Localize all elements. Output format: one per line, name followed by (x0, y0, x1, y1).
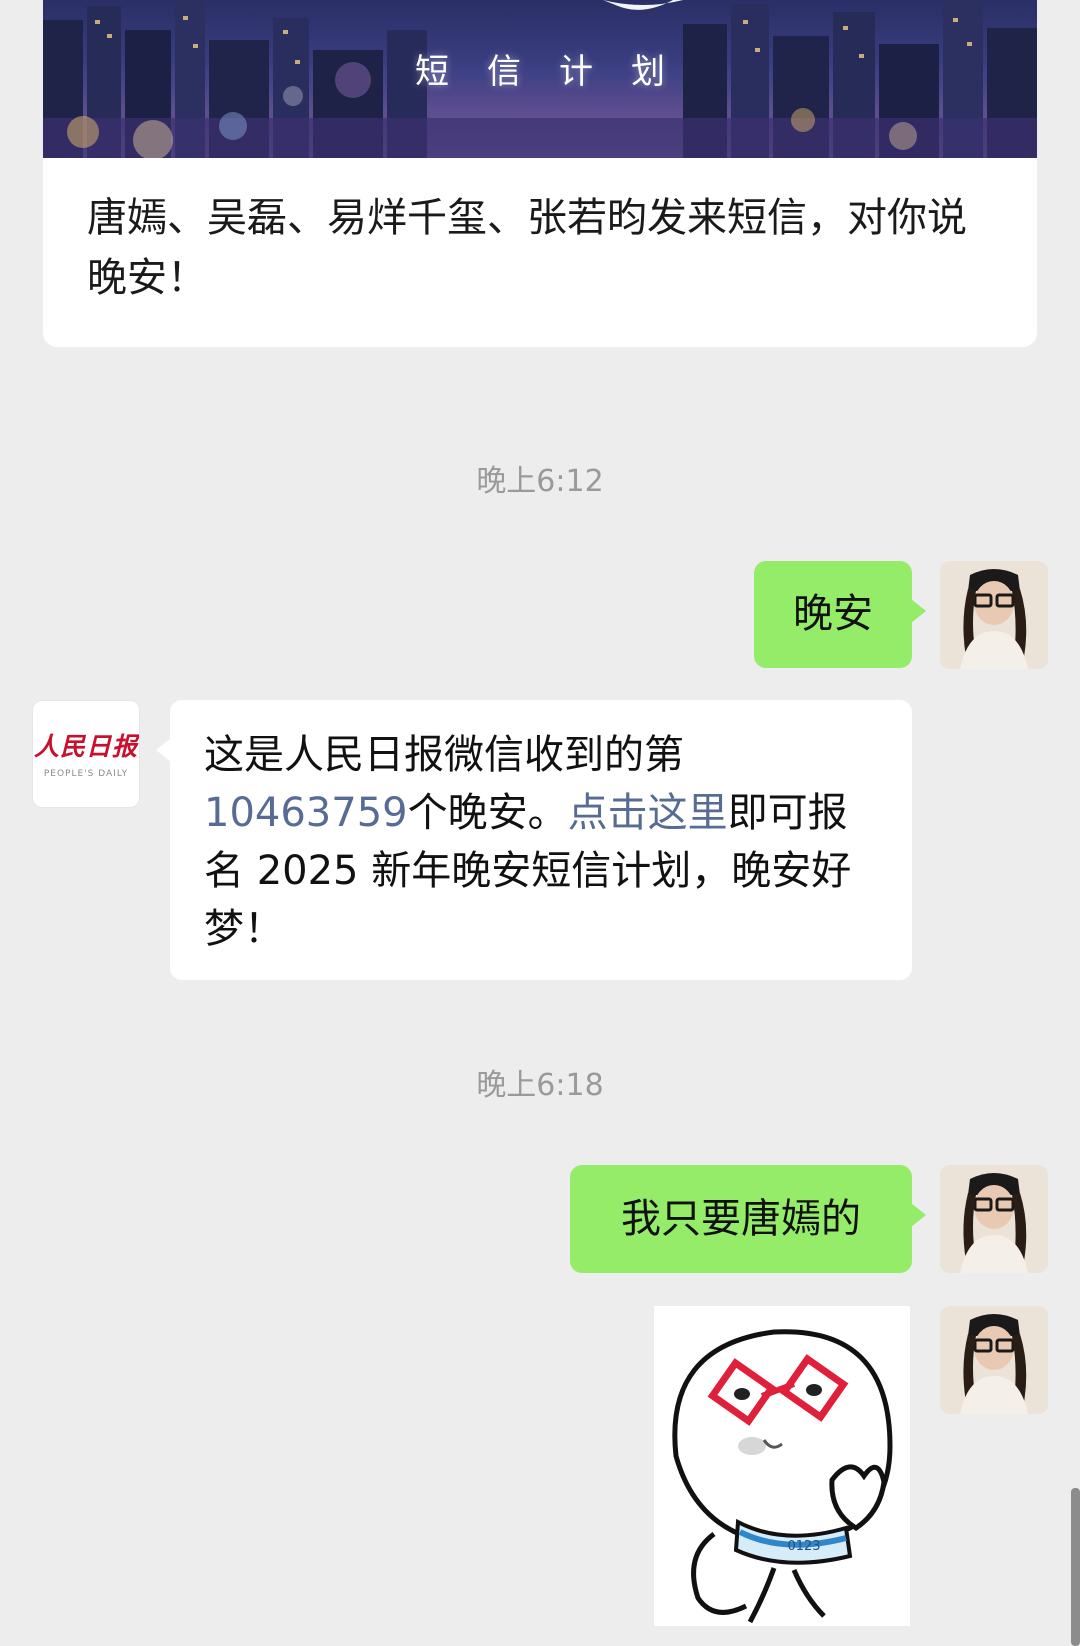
outgoing-message-bubble[interactable]: 晚安 (754, 561, 926, 668)
message-text: 我只要唐嫣的 (621, 1196, 861, 1242)
banner-caption: 短信计划 (415, 52, 703, 92)
self-avatar[interactable] (940, 1165, 1048, 1273)
peoples-daily-logo-subtitle: PEOPLE'S DAILY (43, 769, 129, 779)
card-message-text: 唐嫣、吴磊、易烊千玺、张若昀发来短信，对你说晚安！ (87, 195, 967, 301)
signup-link[interactable]: 点击这里 (568, 790, 728, 836)
bubble-tail (911, 599, 926, 623)
peoples-daily-avatar[interactable]: 人民日报 PEOPLE'S DAILY (32, 700, 140, 808)
timestamp: 晚上6:12 (476, 464, 604, 499)
chat-area[interactable]: 短信计划 唐嫣、吴磊、易烊千玺、张若昀发来短信，对你说晚安！ 晚上6:12 晚安… (0, 0, 1080, 1646)
peoples-daily-logo: 人民日报 (33, 732, 138, 761)
scrollbar[interactable] (1071, 1488, 1080, 1646)
goodnight-count: 10463759 (204, 790, 408, 836)
self-avatar[interactable] (940, 561, 1048, 669)
portrait-image (940, 561, 1048, 669)
cartoon-sticker: 0123 (654, 1306, 910, 1626)
bubble-tail (156, 738, 171, 762)
portrait-image (940, 1306, 1048, 1414)
outgoing-message-bubble[interactable]: 我只要唐嫣的 (570, 1165, 926, 1273)
incoming-message-bubble[interactable]: 这是人民日报微信收到的第10463759个晚安。点击这里即可报名 2025 新年… (156, 700, 912, 980)
sticker-image[interactable]: 0123 (654, 1306, 910, 1626)
card-banner-image: 短信计划 (43, 0, 1037, 158)
message-text-part1: 这是人民日报微信收到的第 (204, 732, 684, 778)
portrait-image (940, 1165, 1048, 1273)
timestamp: 晚上6:18 (476, 1068, 604, 1103)
bubble-tail (911, 1203, 926, 1227)
message-text: 晚安 (793, 591, 873, 637)
news-card[interactable]: 短信计划 唐嫣、吴磊、易烊千玺、张若昀发来短信，对你说晚安！ (43, 0, 1037, 347)
message-text-part2: 个晚安。 (407, 790, 568, 836)
shirt-text: 0123 (787, 1539, 820, 1554)
self-avatar[interactable] (940, 1306, 1048, 1414)
